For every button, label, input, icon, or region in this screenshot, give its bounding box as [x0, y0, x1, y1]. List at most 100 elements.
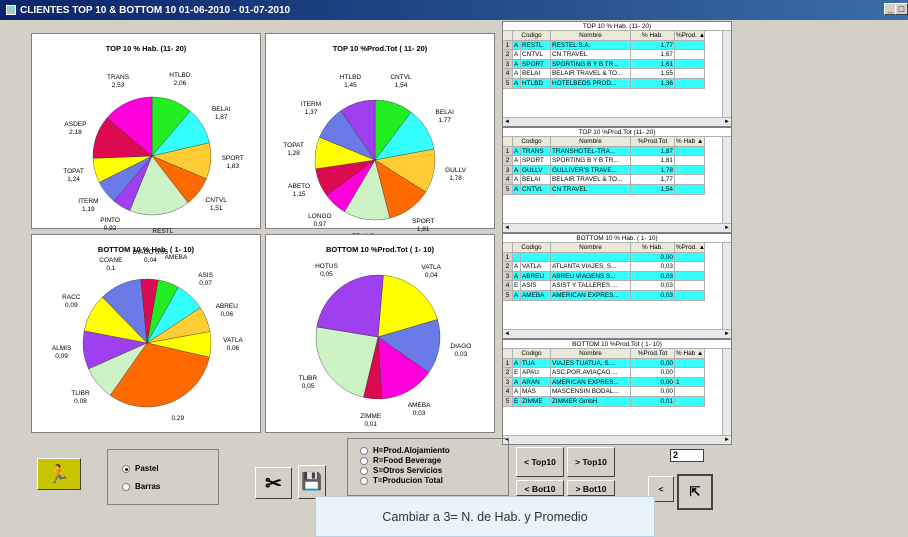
table-row[interactable]: 3 A ABREU ABREU VIAGENS S... 0,03	[503, 271, 731, 282]
table-cell: A	[513, 69, 521, 79]
slice-label: TOPAT 1,24	[63, 168, 84, 184]
column-header[interactable]: Codigo	[513, 137, 551, 147]
scroll-left-icon[interactable]: ◄	[503, 330, 510, 338]
horizontal-scrollbar[interactable]: ◄ ►	[503, 223, 731, 232]
table-row[interactable]: 1 0,00	[503, 252, 731, 263]
column-header[interactable]: %Prod. ▲	[675, 31, 705, 41]
mode-switch-button[interactable]: ⇱	[677, 474, 713, 510]
vertical-scrollbar[interactable]	[722, 349, 731, 435]
table-cell: A	[513, 146, 521, 157]
table-cell: 0,00	[631, 387, 675, 397]
column-header[interactable]: %Prod.Tot	[631, 137, 675, 147]
column-header[interactable]: %Prod. ▲	[675, 243, 705, 253]
cut-button[interactable]: ✂	[255, 467, 292, 499]
column-header[interactable]: Codigo	[513, 31, 551, 41]
radio-label: Pastel	[135, 464, 159, 473]
table-row[interactable]: 3 A GULLV GULLIVER'S TRAVE... 1,78	[503, 165, 731, 176]
column-header[interactable]: Nombre	[551, 243, 631, 253]
mode-radio[interactable]: T=Producion Total	[360, 476, 450, 485]
table-cell: MAS	[521, 387, 551, 397]
table-row[interactable]: 1 A TRANS TRANSHOTEL-TRA... 1,87	[503, 146, 731, 157]
table-row[interactable]: 4 A BELAI BELAIR TRAVEL & TO... 1,77	[503, 175, 731, 185]
radio-label: Barras	[135, 482, 161, 491]
column-header[interactable]	[503, 243, 513, 253]
radio-barras[interactable]: Barras	[122, 482, 160, 491]
table-row[interactable]: 5 A CNTVL CN TRAVEL 1,54	[503, 184, 731, 195]
column-header[interactable]	[503, 349, 513, 359]
scroll-left-icon[interactable]: ◄	[503, 224, 510, 232]
scroll-right-icon[interactable]: ►	[724, 436, 731, 444]
horizontal-scrollbar[interactable]: ◄ ►	[503, 435, 731, 444]
exit-button[interactable]: 🏃	[37, 458, 81, 490]
column-header[interactable]: % Hab.	[631, 31, 675, 41]
table-row[interactable]: 5 E ZIMME ZIMMER GmbH 0,01	[503, 396, 731, 407]
column-header[interactable]	[503, 137, 513, 147]
mode-radio[interactable]: R=Food Beverage	[360, 456, 450, 465]
grid-top10-hab[interactable]: TOP 10 % Hab. (11- 20) Codigo Nombre% Hab.…	[502, 21, 732, 127]
horizontal-scrollbar[interactable]: ◄ ►	[503, 117, 731, 126]
table-row[interactable]: 2 A SPORT SPORTING B Y B TR... 1,81	[503, 156, 731, 166]
table-row[interactable]: 2 A CNTVL CN TRAVEL 1,67	[503, 50, 731, 60]
next-bottom10-button[interactable]: > Bot10	[567, 480, 615, 496]
column-header[interactable]: % Hab ▲	[675, 349, 705, 359]
table-row[interactable]: 5 A AMEBA AMERICAN EXPRES... 0,03	[503, 290, 731, 301]
table-cell: 0,00	[631, 368, 675, 378]
scroll-right-icon[interactable]: ►	[724, 224, 731, 232]
column-header[interactable]: % Hab.	[631, 243, 675, 253]
table-row[interactable]: 4 A BELAI BELAIR TRAVEL & TO... 1,55	[503, 69, 731, 79]
column-header[interactable]: Codigo	[513, 349, 551, 359]
table-row[interactable]: 1 A RESTL RESTEL S.A. 1,77	[503, 40, 731, 51]
table-cell	[675, 146, 705, 157]
mode-radio[interactable]: S=Otros Servicios	[360, 466, 450, 475]
table-cell: A	[513, 262, 521, 272]
table-row[interactable]: 2 E APAU ASC.POR.AVIAÇAO ... 0,00	[503, 368, 731, 378]
floppy-icon: 💾	[301, 472, 323, 491]
save-button[interactable]: 💾	[298, 465, 326, 499]
table-row[interactable]: 5 A HTLBD HOTELBEDS PROD... 1,36	[503, 78, 731, 89]
table-cell: SPORT	[521, 59, 551, 70]
grid-header: Codigo Nombre %Prod.Tot% Hab ▲	[503, 349, 731, 359]
column-header[interactable]: Codigo	[513, 243, 551, 253]
vertical-scrollbar[interactable]	[722, 137, 731, 223]
table-cell: CN TRAVEL	[551, 184, 631, 195]
grid-top10-prod[interactable]: TOP 10 %Prod.Tot (11- 20) Codigo Nombre %Pr…	[502, 127, 732, 233]
table-cell: TUA	[521, 358, 551, 369]
table-cell: APAU	[521, 368, 551, 378]
grid-bottom10-hab[interactable]: BOTTOM 10 % Hab. ( 1- 10) Codigo Nombre% H…	[502, 233, 732, 339]
column-header[interactable]: Nombre	[551, 31, 631, 41]
table-row[interactable]: 3 A ARAN AMERICAN EXPRES... 0,00 1	[503, 377, 731, 388]
scroll-right-icon[interactable]: ►	[724, 118, 731, 126]
column-header[interactable]: Nombre	[551, 349, 631, 359]
vertical-scrollbar[interactable]	[722, 31, 731, 117]
grid-bottom10-prod[interactable]: BOTTOM 10 %Prod.Tot ( 1- 10) Codigo Nombre…	[502, 339, 732, 445]
column-header[interactable]: Nombre	[551, 137, 631, 147]
prev-bottom10-button[interactable]: < Bot10	[516, 480, 564, 496]
prev-top10-button[interactable]: < Top10	[516, 447, 564, 477]
page-number-field[interactable]: 2	[670, 449, 704, 462]
slice-label: TLIBR 0,05	[298, 375, 318, 391]
restore-button[interactable]: □	[895, 3, 908, 15]
table-row[interactable]: 2 A VATLA ATLANTA VIAJES, S... 0,03	[503, 262, 731, 272]
column-header[interactable]	[503, 31, 513, 41]
column-header[interactable]: % Hab ▲	[675, 137, 705, 147]
table-cell: A	[513, 377, 521, 388]
next-top10-button[interactable]: > Top10	[567, 447, 615, 477]
mode-radio[interactable]: H=Prod.Alojamiento	[360, 446, 450, 455]
radio-dot	[360, 466, 368, 475]
table-cell: 5	[503, 184, 513, 195]
horizontal-scrollbar[interactable]: ◄ ►	[503, 329, 731, 338]
column-header[interactable]: %Prod.Tot	[631, 349, 675, 359]
scroll-right-icon[interactable]: ►	[724, 330, 731, 338]
table-cell: E	[513, 281, 521, 291]
table-cell: BELAI	[521, 69, 551, 79]
table-row[interactable]: 1 A TUA VIAJES TUATUA, S.... 0,00	[503, 358, 731, 369]
radio-pastel[interactable]: Pastel	[122, 464, 160, 473]
vertical-scrollbar[interactable]	[722, 243, 731, 329]
table-row[interactable]: 4 A MAS MASCENSIN BODAL... 0,00	[503, 387, 731, 397]
table-cell: ABREU	[521, 271, 551, 282]
scroll-left-icon[interactable]: ◄	[503, 118, 510, 126]
table-row[interactable]: 3 A SPORT SPORTING B Y B TR... 1,61	[503, 59, 731, 70]
table-cell: A	[513, 78, 521, 89]
table-row[interactable]: 4 E ASIS ASIST Y TALLERES ... 0,03	[503, 281, 731, 291]
table-cell	[675, 78, 705, 89]
